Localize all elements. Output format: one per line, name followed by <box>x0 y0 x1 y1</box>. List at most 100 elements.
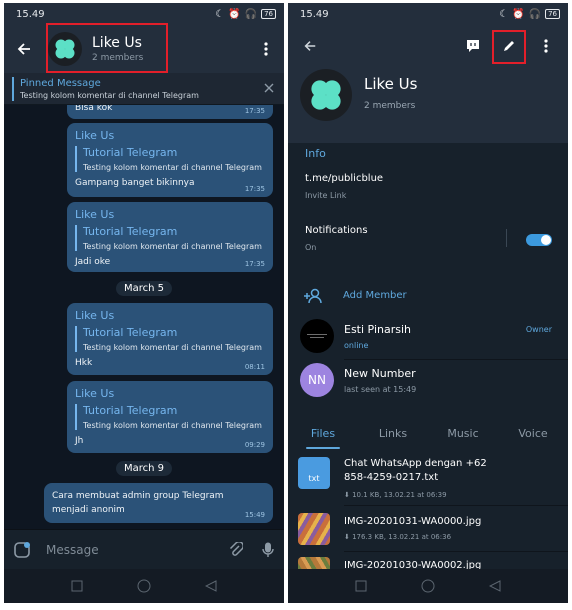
notifications-label: Notifications <box>305 225 368 236</box>
message-sender: Like Us <box>75 208 115 221</box>
image-thumbnail[interactable] <box>298 513 330 545</box>
comment-icon <box>467 40 479 52</box>
member-name[interactable]: New Number <box>344 367 416 380</box>
home-icon[interactable] <box>137 579 151 593</box>
group-title: Like Us <box>364 75 418 93</box>
message-text: Jh <box>75 436 84 446</box>
status-bar: 15.49 ☾ ⏰ 🎧 76 <box>288 3 568 25</box>
txt-file-icon[interactable]: txt <box>298 457 330 489</box>
tab-links[interactable]: Links <box>358 415 428 451</box>
clover-icon <box>311 80 341 110</box>
member-name[interactable]: Esti Pinarsih <box>344 323 411 336</box>
notifications-state: On <box>305 243 317 252</box>
message-composer: Message <box>4 529 284 569</box>
owner-badge: Owner <box>525 325 552 334</box>
date-chip: March 9 <box>115 461 173 476</box>
message-bubble[interactable]: Like Us Tutorial Telegram Testing kolom … <box>67 123 273 197</box>
message-text: Gampang banget bikinnya <box>75 178 195 188</box>
headset-icon: 🎧 <box>244 8 258 20</box>
discussion-button[interactable] <box>460 25 486 67</box>
headset-icon: 🎧 <box>528 8 542 20</box>
back-nav-icon[interactable] <box>489 580 501 592</box>
invite-link-label: Invite Link <box>305 191 347 200</box>
avatar[interactable] <box>300 319 334 353</box>
add-person-icon <box>304 288 322 304</box>
members-section: Add Member Esti Pinarsih online Owner NN… <box>288 277 568 399</box>
message-time: 17:35 <box>244 107 265 115</box>
moon-icon: ☾ <box>215 8 225 20</box>
media-tabs: Files Links Music Voice <box>288 415 568 451</box>
tab-voice[interactable]: Voice <box>498 415 568 451</box>
reply-quote[interactable]: Tutorial Telegram Testing kolom komentar… <box>75 326 265 352</box>
system-nav-bar <box>288 569 568 603</box>
message-time: 15:49 <box>244 511 265 519</box>
sticker-button[interactable] <box>4 541 40 559</box>
group-avatar[interactable] <box>300 69 352 121</box>
status-time: 15.49 <box>16 8 45 20</box>
more-menu-button[interactable] <box>536 25 556 67</box>
message-time: 09:29 <box>244 441 265 449</box>
notifications-toggle[interactable] <box>526 234 552 246</box>
highlight-box <box>46 23 168 73</box>
alarm-icon: ⏰ <box>512 8 525 20</box>
recents-icon[interactable] <box>71 580 83 592</box>
back-button[interactable] <box>4 25 44 73</box>
message-input[interactable]: Message <box>46 543 220 557</box>
message-sender: Like Us <box>75 309 115 322</box>
tab-files[interactable]: Files <box>288 415 358 451</box>
close-pinned-button[interactable] <box>262 81 276 95</box>
group-info-screen: 15.49 ☾ ⏰ 🎧 76 Like Us 2 members Info t.… <box>288 3 568 603</box>
member-status: online <box>344 341 369 350</box>
chat-screen: 15.49 ☾ ⏰ 🎧 76 Like Us 2 members Pinned … <box>4 3 284 603</box>
file-name[interactable]: Chat WhatsApp dengan +62 858-4259-0217.t… <box>344 457 504 485</box>
system-nav-bar <box>4 569 284 603</box>
reply-quote[interactable]: Tutorial Telegram Testing kolom komentar… <box>75 404 265 430</box>
more-menu-button[interactable] <box>256 25 276 73</box>
member-status: last seen at 15:49 <box>344 385 417 394</box>
avatar-image-icon <box>307 334 327 338</box>
more-vert-icon <box>544 39 548 53</box>
message-bubble[interactable]: Like Us Tutorial Telegram Testing kolom … <box>67 202 273 272</box>
tab-music[interactable]: Music <box>428 415 498 451</box>
attach-button[interactable] <box>220 541 252 558</box>
add-member-button[interactable]: Add Member <box>343 290 407 301</box>
message-list[interactable]: Bisa kok 17:35 Like Us Tutorial Telegram… <box>4 105 284 529</box>
more-vert-icon <box>264 42 268 56</box>
file-name[interactable]: IMG-20201031-WA0000.jpg <box>344 515 481 529</box>
back-button[interactable] <box>296 25 324 67</box>
back-nav-icon[interactable] <box>205 580 217 592</box>
pinned-message-bar[interactable]: Pinned Message Testing kolom komentar di… <box>4 73 284 105</box>
info-header <box>288 25 568 67</box>
message-bubble[interactable]: Like Us Tutorial Telegram Testing kolom … <box>67 381 273 453</box>
file-meta: ⬇ 176.3 KB, 13.02.21 at 06:36 <box>344 533 452 541</box>
back-arrow-icon <box>304 41 316 51</box>
close-icon <box>264 83 274 93</box>
highlight-box <box>492 30 526 64</box>
moon-icon: ☾ <box>499 8 509 20</box>
pinned-text: Testing kolom komentar di channel Telegr… <box>20 90 199 100</box>
message-bubble[interactable]: Cara membuat admin group Telegram menjad… <box>44 483 273 523</box>
message-time: 08:11 <box>244 363 265 371</box>
file-meta: ⬇ 10.1 KB, 13.02.21 at 06:39 <box>344 491 447 499</box>
message-bubble[interactable]: Bisa kok 17:35 <box>67 105 273 119</box>
message-time: 17:35 <box>244 185 265 193</box>
recents-icon[interactable] <box>355 580 367 592</box>
message-text: Jadi oke <box>75 257 111 267</box>
voice-record-button[interactable] <box>252 542 284 558</box>
status-bar: 15.49 ☾ ⏰ 🎧 76 <box>4 3 284 25</box>
message-text: Cara membuat admin group Telegram menjad… <box>52 491 224 515</box>
file-list: txt Chat WhatsApp dengan +62 858-4259-02… <box>288 451 568 589</box>
invite-link[interactable]: t.me/publicblue <box>305 173 383 184</box>
battery-icon: 76 <box>261 9 276 19</box>
home-icon[interactable] <box>421 579 435 593</box>
info-section: Info t.me/publicblue Invite Link Notific… <box>288 143 568 265</box>
reply-quote[interactable]: Tutorial Telegram Testing kolom komentar… <box>75 146 265 172</box>
microphone-icon <box>262 542 274 557</box>
message-bubble[interactable]: Like Us Tutorial Telegram Testing kolom … <box>67 303 273 375</box>
alarm-icon: ⏰ <box>228 8 241 20</box>
info-header-label: Info <box>305 147 326 160</box>
reply-quote[interactable]: Tutorial Telegram Testing kolom komentar… <box>75 225 265 251</box>
avatar[interactable]: NN <box>300 363 334 397</box>
pinned-title: Pinned Message <box>20 77 101 89</box>
paperclip-icon <box>229 541 243 556</box>
